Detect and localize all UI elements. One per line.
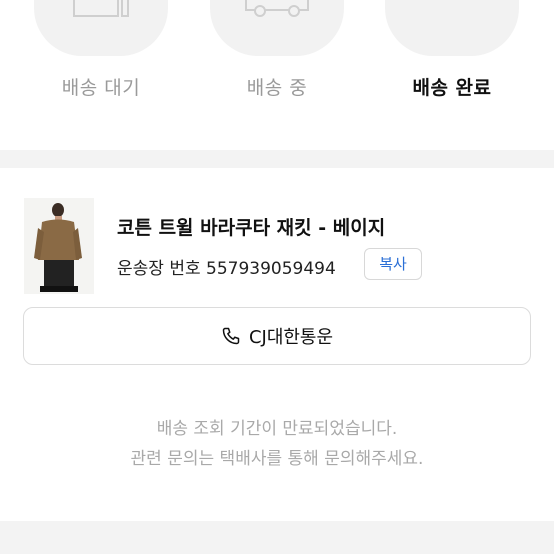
step-shipping-label: 배송 중 bbox=[246, 77, 308, 99]
check-icon bbox=[415, 0, 489, 20]
product-section: 코튼 트윌 바라쿠타 재킷 - 베이지 운송장 번호 557939059494 … bbox=[0, 168, 554, 521]
step-delivered-label: 배송 완료 bbox=[412, 77, 492, 99]
tracking-number: 557939059494 bbox=[206, 259, 336, 279]
step-waiting-label: 배송 대기 bbox=[61, 77, 141, 99]
product-name: 코튼 트윌 바라쿠타 재킷 - 베이지 bbox=[117, 217, 386, 239]
carrier-label: CJ대한통운 bbox=[248, 327, 334, 348]
section-divider-bottom bbox=[0, 521, 554, 554]
product-photo-icon bbox=[24, 198, 94, 294]
delivery-status-steps: 배송 대기 배송 중 배송 완료 bbox=[0, 0, 554, 150]
tracking-info: 운송장 번호 557939059494 bbox=[117, 254, 336, 279]
step-shipping-circle bbox=[210, 0, 344, 56]
step-waiting-circle bbox=[34, 0, 168, 56]
truck-icon bbox=[245, 0, 309, 17]
box-icon bbox=[73, 0, 129, 17]
tracking-label: 운송장 번호 bbox=[117, 259, 201, 279]
section-divider bbox=[0, 150, 554, 168]
step-delivered: 배송 완료 bbox=[385, 0, 519, 100]
copy-button[interactable]: 복사 bbox=[364, 248, 422, 280]
notice-line-2: 관련 문의는 택배사를 통해 문의해주세요. bbox=[130, 449, 424, 469]
carrier-call-button[interactable]: CJ대한통운 bbox=[23, 307, 531, 365]
phone-icon bbox=[222, 327, 240, 345]
step-shipping: 배송 중 bbox=[210, 0, 344, 100]
step-waiting: 배송 대기 bbox=[34, 0, 168, 100]
notice-line-1: 배송 조회 기간이 만료되었습니다. bbox=[156, 419, 398, 439]
step-delivered-circle bbox=[385, 0, 519, 56]
product-thumbnail bbox=[24, 198, 94, 294]
expired-notice: 배송 조회 기간이 만료되었습니다. 관련 문의는 택배사를 통해 문의해주세요… bbox=[0, 414, 554, 474]
